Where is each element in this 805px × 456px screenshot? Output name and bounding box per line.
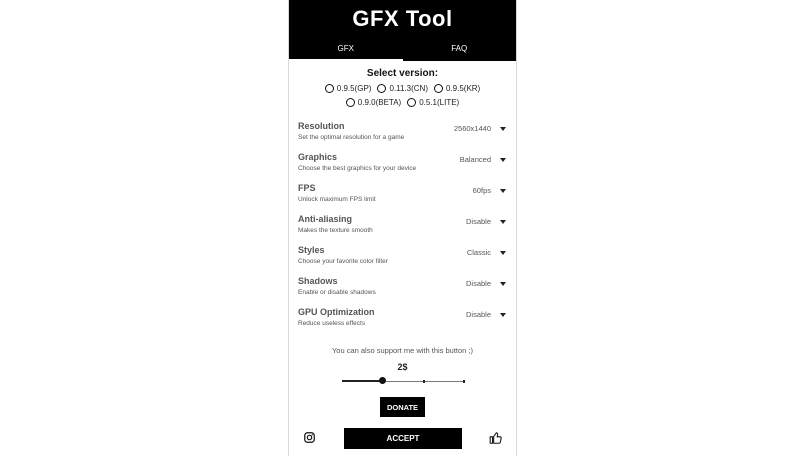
gpu-optimization-dropdown[interactable]: Disable — [466, 310, 506, 319]
setting-description: Enable or disable shadows — [298, 289, 376, 296]
app-screen: GFX Tool GFX FAQ Select version: 0.9.5(G… — [288, 0, 517, 456]
setting-description: Unlock maximum FPS limit — [298, 196, 376, 203]
setting-label: Styles — [298, 245, 325, 255]
thumbs-up-icon[interactable] — [489, 431, 503, 445]
bottom-bar: ACCEPT — [289, 428, 516, 449]
setting-description: Choose the best graphics for your device — [298, 165, 417, 172]
dropdown-value: Disable — [465, 279, 491, 288]
setting-shadows[interactable]: Shadows Enable or disable shadows Disabl… — [289, 274, 516, 305]
setting-anti-aliasing[interactable]: Anti-aliasing Makes the texture smooth D… — [289, 212, 516, 243]
setting-description: Reduce useless effects — [298, 320, 366, 327]
tab-faq[interactable]: FAQ — [403, 38, 517, 61]
dropdown-value: Disable — [465, 217, 491, 226]
tab-bar: GFX FAQ — [289, 38, 516, 61]
setting-gpu-optimization[interactable]: GPU Optimization Reduce useless effects … — [289, 305, 516, 336]
donate-button[interactable]: DONATE — [380, 397, 425, 417]
chevron-down-icon — [500, 126, 506, 131]
version-option-gp[interactable]: 0.9.5(GP) — [324, 84, 372, 93]
setting-description: Makes the texture smooth — [298, 227, 373, 234]
setting-label: GPU Optimization — [298, 307, 375, 317]
dropdown-value: Disable — [465, 310, 491, 319]
version-option-label: 0.9.0(BETA) — [357, 98, 402, 107]
app-header: GFX Tool GFX FAQ — [289, 0, 516, 61]
dropdown-value: 60fps — [472, 186, 491, 195]
support-text: You can also support me with this button… — [331, 346, 474, 355]
slider-tick — [423, 379, 425, 383]
version-option-cn[interactable]: 0.11.3(CN) — [377, 84, 428, 93]
slider-track-active — [342, 380, 383, 382]
version-options-row-2: 0.9.0(BETA) 0.5.1(LITE) — [289, 98, 516, 107]
chevron-down-icon — [500, 281, 506, 286]
dropdown-value: Classic — [466, 248, 491, 257]
radio-button[interactable] — [324, 84, 334, 93]
settings-list: Resolution Set the optimal resolution fo… — [289, 119, 516, 336]
setting-label: Anti-aliasing — [298, 214, 353, 224]
instagram-icon[interactable] — [304, 432, 315, 443]
setting-label: FPS — [298, 183, 316, 193]
dropdown-value: Balanced — [459, 155, 491, 164]
version-option-kr[interactable]: 0.9.5(KR) — [433, 84, 481, 93]
version-option-lite[interactable]: 0.5.1(LITE) — [407, 98, 459, 107]
setting-label: Shadows — [298, 276, 338, 286]
resolution-dropdown[interactable]: 2560x1440 — [454, 124, 506, 133]
donation-slider[interactable] — [289, 375, 516, 387]
setting-label: Graphics — [298, 152, 338, 162]
setting-description: Choose your favorite color filter — [298, 258, 388, 265]
anti-aliasing-dropdown[interactable]: Disable — [466, 217, 506, 226]
chevron-down-icon — [500, 188, 506, 193]
setting-resolution[interactable]: Resolution Set the optimal resolution fo… — [289, 119, 516, 150]
slider-thumb[interactable] — [378, 377, 386, 384]
radio-button[interactable] — [345, 98, 355, 107]
version-option-label: 0.5.1(LITE) — [419, 98, 460, 107]
version-option-label: 0.9.5(GP) — [336, 84, 372, 93]
fps-dropdown[interactable]: 60fps — [473, 186, 506, 195]
chevron-down-icon — [500, 312, 506, 317]
chevron-down-icon — [500, 250, 506, 255]
setting-description: Set the optimal resolution for a game — [298, 134, 405, 141]
setting-styles[interactable]: Styles Choose your favorite color filter… — [289, 243, 516, 274]
styles-dropdown[interactable]: Classic — [467, 248, 506, 257]
slider-tick — [463, 379, 465, 383]
graphics-dropdown[interactable]: Balanced — [460, 155, 506, 164]
radio-button[interactable] — [433, 84, 443, 93]
chevron-down-icon — [500, 219, 506, 224]
shadows-dropdown[interactable]: Disable — [466, 279, 506, 288]
version-options-row-1: 0.9.5(GP) 0.11.3(CN) 0.9.5(KR) — [289, 84, 516, 93]
version-option-beta[interactable]: 0.9.0(BETA) — [345, 98, 402, 107]
radio-button[interactable] — [377, 84, 387, 93]
chevron-down-icon — [500, 157, 506, 162]
dropdown-value: 2560x1440 — [453, 124, 491, 133]
app-title: GFX Tool — [352, 6, 453, 31]
accept-button[interactable]: ACCEPT — [344, 428, 462, 449]
setting-fps[interactable]: FPS Unlock maximum FPS limit 60fps — [289, 181, 516, 212]
tab-gfx[interactable]: GFX — [289, 38, 403, 61]
version-option-label: 0.11.3(CN) — [389, 84, 428, 93]
version-option-label: 0.9.5(KR) — [445, 84, 481, 93]
version-title: Select version: — [366, 68, 439, 79]
donation-amount: 2$ — [397, 362, 408, 372]
setting-graphics[interactable]: Graphics Choose the best graphics for yo… — [289, 150, 516, 181]
radio-button[interactable] — [407, 98, 417, 107]
setting-label: Resolution — [298, 121, 345, 131]
